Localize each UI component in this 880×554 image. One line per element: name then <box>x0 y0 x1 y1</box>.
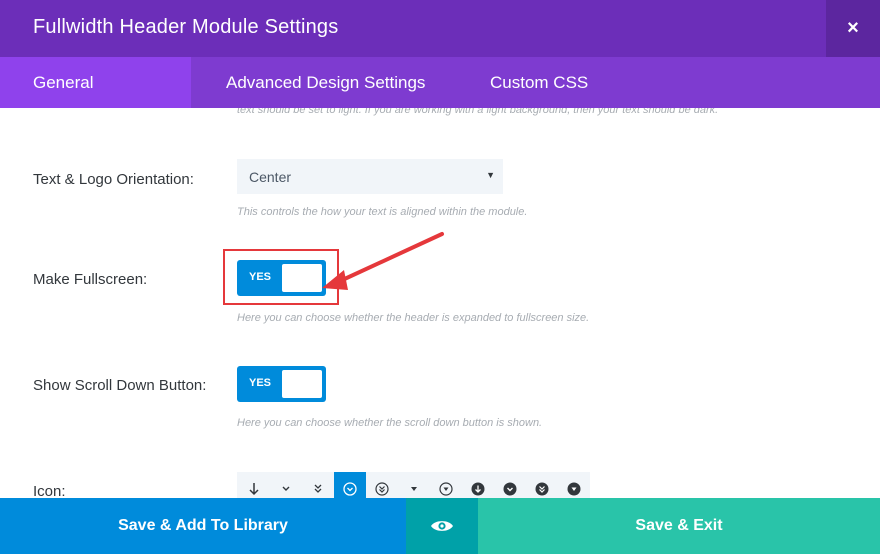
close-icon: × <box>847 17 859 39</box>
arrow-down-icon[interactable] <box>238 472 270 498</box>
orientation-label: Text & Logo Orientation: <box>33 171 194 188</box>
modal-header: Fullwidth Header Module Settings × <box>0 0 880 57</box>
fullscreen-description: Here you can choose whether the header i… <box>237 312 590 324</box>
text-color-description: text should be set to light. If you are … <box>237 108 719 116</box>
icon-picker <box>237 472 590 498</box>
scroll-down-toggle-label: YES <box>249 377 272 389</box>
preview-button[interactable] <box>406 498 478 554</box>
circle-chevron-down-icon[interactable] <box>334 472 366 498</box>
save-add-library-button[interactable]: Save & Add To Library <box>0 498 406 554</box>
close-button[interactable]: × <box>826 0 880 57</box>
caret-down-icon: ▼ <box>486 170 495 180</box>
settings-content: text should be set to light. If you are … <box>0 108 880 498</box>
scroll-down-label: Show Scroll Down Button: <box>33 377 207 394</box>
double-chevron-down-icon[interactable] <box>302 472 334 498</box>
tab-custom-css[interactable]: Custom CSS <box>457 57 621 108</box>
filled-circle-double-chevron-down-icon[interactable] <box>526 472 558 498</box>
orientation-value: Center <box>249 169 292 185</box>
fullscreen-label: Make Fullscreen: <box>33 271 148 288</box>
annotation-arrow-icon <box>322 232 444 290</box>
scroll-down-toggle[interactable]: YES <box>237 366 326 402</box>
orientation-description: This controls the how your text is align… <box>237 206 528 218</box>
modal-title: Fullwidth Header Module Settings <box>33 16 339 38</box>
orientation-select[interactable]: Center ▼ <box>237 159 503 194</box>
filled-circle-chevron-down-icon[interactable] <box>494 472 526 498</box>
scroll-down-description: Here you can choose whether the scroll d… <box>237 417 543 429</box>
tab-bar: General Settings Advanced Design Setting… <box>0 57 880 143</box>
icon-label: Icon: <box>33 483 66 498</box>
toggle-knob <box>282 370 322 398</box>
eye-icon <box>431 521 453 531</box>
filled-circle-triangle-down-icon[interactable] <box>558 472 590 498</box>
filled-circle-arrow-down-icon[interactable] <box>462 472 494 498</box>
triangle-down-icon[interactable] <box>398 472 430 498</box>
save-exit-button[interactable]: Save & Exit <box>478 498 880 554</box>
circle-triangle-down-icon[interactable] <box>430 472 462 498</box>
circle-double-chevron-down-icon[interactable] <box>366 472 398 498</box>
tab-advanced-design-settings[interactable]: Advanced Design Settings <box>193 57 458 108</box>
chevron-down-icon[interactable] <box>270 472 302 498</box>
tab-general-settings[interactable]: General Settings <box>0 57 191 143</box>
